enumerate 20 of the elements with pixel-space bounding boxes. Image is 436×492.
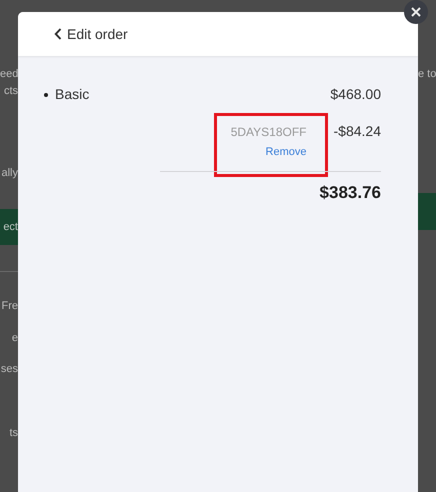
page-text: eed [0,67,18,82]
page-text: e to [418,67,436,82]
page-button[interactable]: ect [0,209,18,245]
page-text: Fre [0,299,18,314]
item-price: $468.00 [330,85,381,104]
discount-amount: -$84.24 [334,122,381,141]
close-button[interactable] [404,0,428,24]
close-icon [411,7,421,17]
page-text: e [10,331,18,346]
page-text: ses [0,362,18,377]
page-text: cts [2,84,18,99]
back-button[interactable]: Edit order [54,24,128,44]
chevron-left-icon [54,28,62,40]
remove-link[interactable]: Remove [266,144,307,160]
order-total: $383.76 [320,182,381,204]
page-text: ts [8,426,18,441]
discount-code: 5DAYS18OFF [230,124,307,141]
item-name: Basic [55,85,90,104]
bullet-icon [44,92,48,96]
page-text: ally [0,166,18,181]
